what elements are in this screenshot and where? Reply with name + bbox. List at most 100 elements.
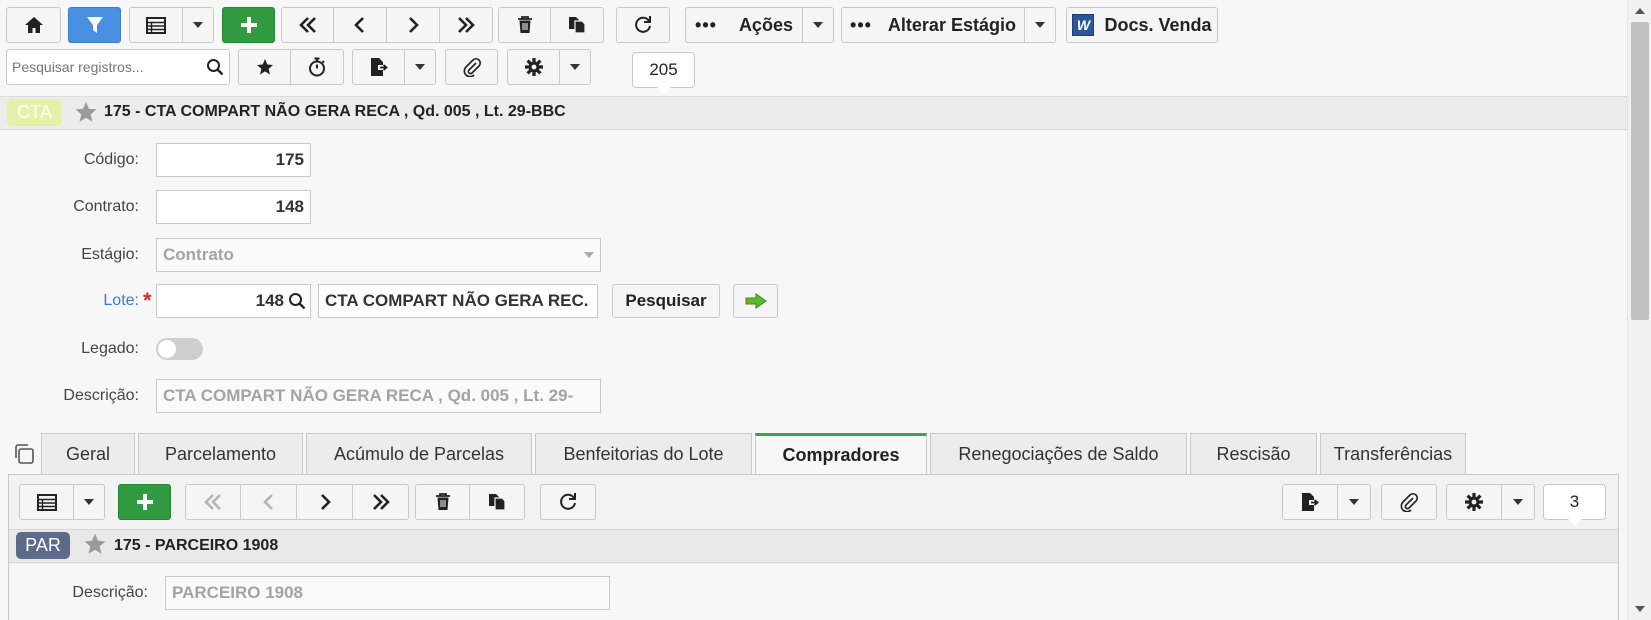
- paperclip-icon: [1400, 492, 1419, 512]
- settings-button[interactable]: [507, 49, 560, 85]
- grid-view-button[interactable]: [129, 7, 183, 43]
- descricao-field[interactable]: CTA COMPART NÃO GERA RECA , Qd. 005 , Lt…: [156, 379, 601, 413]
- export-button[interactable]: [352, 49, 405, 85]
- copy-button[interactable]: [551, 7, 604, 43]
- pesquisar-button[interactable]: Pesquisar: [612, 284, 720, 318]
- refresh-icon: [635, 16, 651, 33]
- search-icon[interactable]: [206, 58, 224, 76]
- attach-button[interactable]: [445, 49, 498, 85]
- sub-export-button[interactable]: [1282, 484, 1338, 520]
- chevron-right-icon: [409, 17, 419, 33]
- tab-parcelamento[interactable]: Parcelamento: [138, 433, 303, 474]
- sub-attach-button[interactable]: [1381, 484, 1437, 520]
- codigo-field[interactable]: 175: [156, 143, 311, 177]
- sub-view-dropdown-button[interactable]: [74, 484, 105, 520]
- acoes-button[interactable]: ••• Ações: [685, 7, 803, 43]
- sub-edit-group: [415, 484, 525, 520]
- lote-description-field[interactable]: CTA COMPART NÃO GERA REC.: [318, 284, 598, 318]
- chevron-down-icon: [1349, 499, 1359, 505]
- add-button[interactable]: [222, 7, 275, 43]
- gear-icon: [524, 58, 543, 76]
- export-dropdown-button[interactable]: [405, 49, 436, 85]
- home-button[interactable]: [6, 7, 61, 43]
- lote-value: 148: [255, 291, 284, 310]
- estagio-select[interactable]: Contrato: [156, 238, 601, 272]
- star-icon: [256, 59, 273, 75]
- refresh-button[interactable]: [616, 7, 670, 43]
- search-input[interactable]: [7, 50, 202, 84]
- filter-button[interactable]: [68, 7, 121, 43]
- sub-add-button[interactable]: [118, 484, 171, 520]
- lote-label[interactable]: Lote:: [0, 292, 139, 310]
- tab-renegociacoes-de-saldo[interactable]: Renegociações de Saldo: [930, 433, 1187, 474]
- timer-button[interactable]: [291, 49, 344, 85]
- sub-record-title: 175 - PARCEIRO 1908: [114, 537, 279, 554]
- table-icon: [36, 493, 57, 511]
- first-record-button[interactable]: [281, 7, 334, 43]
- tab-transferencias[interactable]: Transferências: [1320, 433, 1466, 474]
- scroll-up-arrow-icon[interactable]: [1635, 8, 1645, 14]
- stopwatch-icon: [309, 57, 325, 77]
- acoes-label: Ações: [738, 14, 793, 35]
- sub-last-record-button[interactable]: [353, 484, 409, 520]
- word-document-icon: W: [1072, 14, 1095, 36]
- sub-copy-button[interactable]: [470, 484, 525, 520]
- star-icon[interactable]: [83, 533, 107, 555]
- alterar-estagio-button[interactable]: ••• Alterar Estágio: [841, 7, 1025, 43]
- lote-field[interactable]: 148: [156, 284, 311, 318]
- search-icon[interactable]: [288, 292, 306, 310]
- double-chevron-left-icon: [298, 17, 316, 33]
- last-record-button[interactable]: [440, 7, 493, 43]
- tab-benfeitorias-do-lote[interactable]: Benfeitorias do Lote: [535, 433, 752, 474]
- tab-acumulo-de-parcelas[interactable]: Acúmulo de Parcelas: [306, 433, 532, 474]
- favorite-button[interactable]: [238, 49, 291, 85]
- next-record-button[interactable]: [387, 7, 440, 43]
- view-dropdown-button[interactable]: [183, 7, 214, 43]
- toggle-knob: [158, 340, 176, 358]
- more-icon: •••: [850, 14, 872, 35]
- scrollbar[interactable]: [1627, 0, 1651, 620]
- sub-settings-dropdown-button[interactable]: [1502, 484, 1535, 520]
- sub-next-record-button[interactable]: [297, 484, 353, 520]
- chevron-down-icon: [1035, 22, 1045, 28]
- tab-geral[interactable]: Geral: [41, 433, 135, 474]
- alterar-estagio-dropdown-button[interactable]: [1025, 7, 1056, 43]
- gear-icon: [1465, 493, 1483, 511]
- sub-descricao-label: Descrição:: [72, 584, 148, 601]
- copy-icon: [489, 494, 506, 511]
- sub-prev-record-button[interactable]: [241, 484, 297, 520]
- sub-first-record-button[interactable]: [185, 484, 241, 520]
- prev-record-button[interactable]: [334, 7, 387, 43]
- legado-toggle[interactable]: [156, 338, 203, 360]
- star-icon[interactable]: [74, 101, 98, 123]
- chevron-down-icon: [813, 22, 823, 28]
- copy-icon: [569, 17, 586, 34]
- estagio-value: Contrato: [163, 245, 234, 264]
- plus-icon: [240, 17, 257, 33]
- sub-refresh-button[interactable]: [540, 484, 596, 520]
- descricao-label: Descrição:: [63, 387, 139, 404]
- sub-settings-button[interactable]: [1446, 484, 1502, 520]
- chevron-down-icon: [84, 499, 94, 505]
- file-export-icon: [370, 58, 388, 76]
- chevron-down-icon: [193, 22, 203, 28]
- sub-record-counter: 3: [1543, 484, 1606, 526]
- go-to-lote-button[interactable]: [733, 284, 778, 318]
- home-icon: [24, 17, 43, 33]
- docs-venda-button[interactable]: W Docs. Venda: [1066, 7, 1218, 43]
- sub-export-dropdown-button[interactable]: [1338, 484, 1371, 520]
- scrollbar-thumb[interactable]: [1631, 22, 1649, 320]
- settings-group: [507, 49, 591, 85]
- sub-delete-button[interactable]: [415, 484, 470, 520]
- sub-grid-view-button[interactable]: [19, 484, 74, 520]
- acoes-dropdown-button[interactable]: [803, 7, 834, 43]
- alterar-estagio-label: Alterar Estágio: [887, 14, 1016, 35]
- sub-descricao-field[interactable]: PARCEIRO 1908: [165, 576, 610, 610]
- delete-button[interactable]: [498, 7, 551, 43]
- tab-compradores[interactable]: Compradores: [755, 433, 927, 475]
- copy-tabs-icon[interactable]: [13, 443, 35, 465]
- contrato-field[interactable]: 148: [156, 190, 311, 224]
- tab-rescisao[interactable]: Rescisão: [1190, 433, 1317, 474]
- settings-dropdown-button[interactable]: [560, 49, 591, 85]
- scroll-down-arrow-icon[interactable]: [1635, 606, 1645, 612]
